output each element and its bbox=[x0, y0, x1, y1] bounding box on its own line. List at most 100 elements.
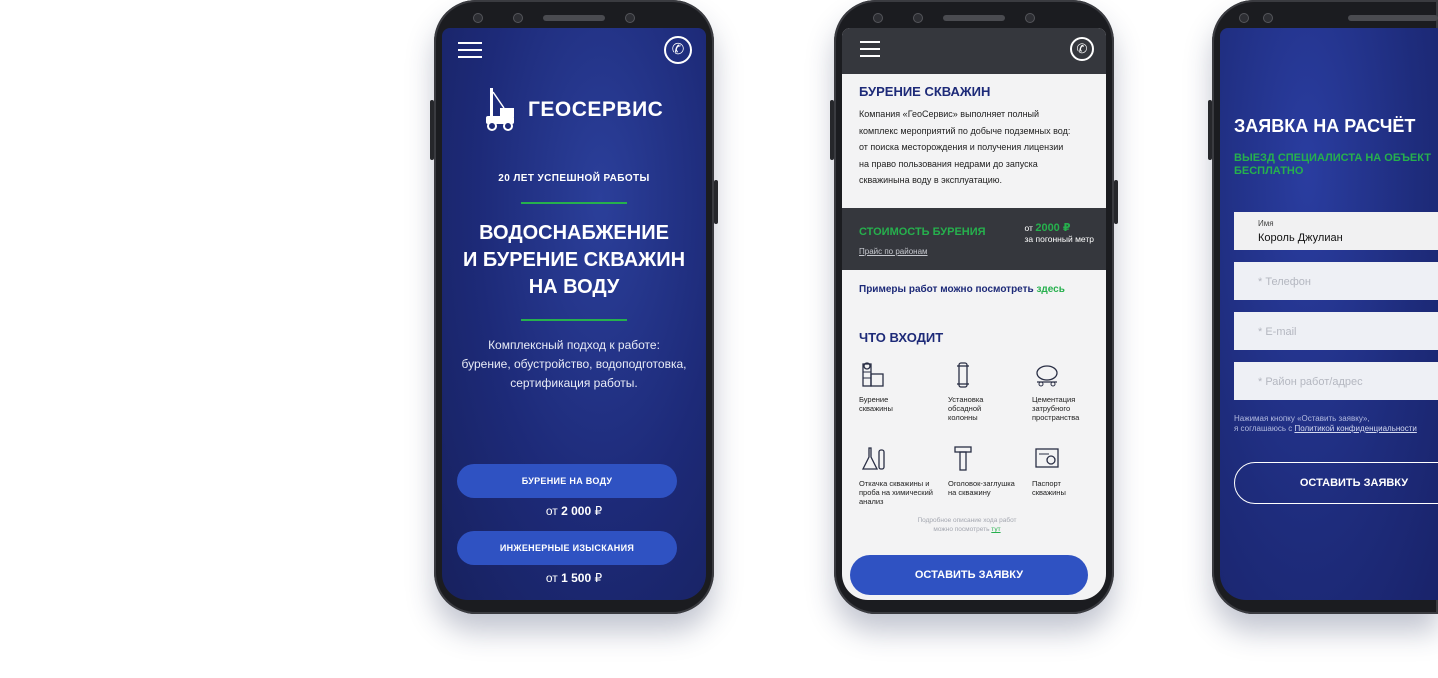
service-label: Оголовок-заглушка bbox=[948, 479, 1015, 488]
currency-symbol: ₽ bbox=[594, 504, 603, 518]
price-prefix: от bbox=[545, 504, 558, 518]
front-camera-icon bbox=[626, 14, 634, 22]
form-subtitle: ВЫЕЗД СПЕЦИАЛИСТА НА ОБЪЕКТ БЕСПЛАТНО bbox=[1234, 152, 1438, 178]
phone-call-icon[interactable]: ✆ bbox=[1070, 37, 1094, 61]
service-label: Цементация bbox=[1032, 395, 1076, 404]
phone-mockup-services: ✆ БУРЕНИЕ СКВАЖИН Компания «ГеоСервис» в… bbox=[830, 0, 1118, 614]
phone-top-bezel bbox=[834, 10, 1114, 28]
phone-side-button bbox=[714, 180, 718, 224]
request-form-screen: ЗАЯВКА НА РАСЧЁТ ВЫЕЗД СПЕЦИАЛИСТА НА ОБ… bbox=[1220, 28, 1438, 600]
price-by-region-link[interactable]: Прайс по районам bbox=[859, 247, 928, 256]
cement-mixer-icon bbox=[1036, 365, 1058, 387]
form-title: ЗАЯВКА НА РАСЧЁТ bbox=[1234, 116, 1416, 136]
service-label: колонны bbox=[948, 413, 978, 422]
company-description: Компания «ГеоСервис» выполняет полный ко… bbox=[859, 106, 1096, 189]
consent-line: Нажимая кнопку «Оставить заявку», bbox=[1234, 414, 1370, 423]
service-item: Бурение скважины bbox=[859, 360, 941, 413]
drilling-button[interactable]: БУРЕНИЕ НА ВОДУ bbox=[457, 464, 677, 498]
sensor-icon bbox=[1240, 14, 1248, 22]
headline-line: И БУРЕНИЕ СКВАЖИН bbox=[462, 249, 686, 271]
description-line: сертификация работы. bbox=[510, 376, 638, 390]
divider-line bbox=[521, 319, 627, 321]
phone-top-bezel bbox=[1212, 10, 1438, 28]
phone-mockup-hero: ✆ ГЕОСЕРВИС 20 ЛЕТ УСПЕШНОЙ РАБОТЫ ВОДОС… bbox=[430, 0, 718, 614]
phone-call-icon[interactable]: ✆ bbox=[664, 36, 692, 64]
subtitle-line: ВЫЕЗД СПЕЦИАЛИСТА НА ОБЪЕКТ bbox=[1234, 152, 1431, 164]
work-details-note: Подробное описание хода работ можно посм… bbox=[892, 516, 1042, 534]
phone-field[interactable]: * Телефон bbox=[1234, 262, 1438, 300]
service-label: Откачка скважины и bbox=[859, 479, 930, 488]
sensor-icon bbox=[1264, 14, 1272, 22]
description-line: комплекс мероприятий по добыче подземных… bbox=[859, 125, 1071, 136]
price-value: 2 000 bbox=[561, 504, 592, 518]
phone-top-bezel bbox=[434, 10, 714, 28]
survey-price: от 1 500 ₽ bbox=[442, 571, 706, 585]
service-label: Установка bbox=[948, 395, 984, 404]
sensor-icon bbox=[474, 14, 482, 22]
cost-unit: за погонный метр bbox=[1024, 234, 1094, 244]
service-item: Установка обсадной колонны bbox=[948, 360, 1030, 422]
divider-line bbox=[521, 202, 627, 204]
name-value: Король Джулиан bbox=[1258, 232, 1343, 244]
well-cap-icon bbox=[954, 446, 972, 471]
email-field[interactable]: * E-mail bbox=[1234, 312, 1438, 350]
privacy-policy-link[interactable]: Политикой конфиденциальности bbox=[1294, 424, 1416, 433]
casing-pipe-icon bbox=[957, 362, 969, 388]
cost-prefix: от bbox=[1024, 223, 1033, 233]
service-label: пространства bbox=[1032, 413, 1080, 422]
service-label: скважины bbox=[859, 404, 893, 413]
examples-link[interactable]: здесь bbox=[1036, 284, 1064, 295]
consent-prefix: я соглашаюсь с bbox=[1234, 423, 1293, 433]
menu-icon[interactable] bbox=[860, 41, 880, 57]
service-item: Оголовок-заглушка на скважину bbox=[948, 444, 1030, 497]
description-line: Комплексный подход к работе: bbox=[488, 338, 660, 352]
phone-mockup-form: ЗАЯВКА НА РАСЧЁТ ВЫЕЗД СПЕЦИАЛИСТА НА ОБ… bbox=[1208, 0, 1438, 614]
headline-line: ВОДОСНАБЖЕНИЕ bbox=[479, 222, 669, 244]
menu-icon[interactable] bbox=[458, 42, 482, 58]
service-label: обсадной bbox=[948, 404, 982, 413]
sensor-icon bbox=[874, 14, 882, 22]
examples-note: Примеры работ можно посмотреть здесь bbox=[859, 284, 1065, 295]
drilling-price: от 2 000 ₽ bbox=[442, 504, 706, 518]
hero-description: Комплексный подход к работе: бурение, об… bbox=[452, 336, 696, 393]
service-label: скважины bbox=[1032, 488, 1066, 497]
cost-title: СТОИМОСТЬ БУРЕНИЯ bbox=[859, 226, 986, 238]
description-line: Компания «ГеоСервис» выполняет полный bbox=[859, 109, 1040, 119]
currency-symbol: ₽ bbox=[594, 571, 603, 585]
examples-text: Примеры работ можно посмотреть bbox=[859, 284, 1034, 295]
description-line: на право пользования недрами до запуска bbox=[859, 158, 1038, 169]
submit-request-button[interactable]: ОСТАВИТЬ ЗАЯВКУ bbox=[1234, 462, 1438, 504]
hero-screen: ✆ ГЕОСЕРВИС 20 ЛЕТ УСПЕШНОЙ РАБОТЫ ВОДОС… bbox=[442, 28, 706, 600]
sensor-icon bbox=[514, 14, 522, 22]
tagline: 20 ЛЕТ УСПЕШНОЙ РАБОТЫ bbox=[498, 173, 650, 184]
details-link[interactable]: тут bbox=[991, 526, 1000, 533]
phone-speaker bbox=[543, 15, 605, 21]
service-item: Паспорт скважины bbox=[1032, 444, 1106, 497]
service-item: Цементация затрубного пространства bbox=[1032, 360, 1106, 422]
drilling-cost-panel: СТОИМОСТЬ БУРЕНИЯ Прайс по районам от 20… bbox=[842, 208, 1106, 270]
engineering-survey-button[interactable]: ИНЖЕНЕРНЫЕ ИЗЫСКАНИЯ bbox=[457, 531, 677, 565]
footnote-line: Подробное описание хода работ bbox=[917, 517, 1017, 524]
sensor-icon bbox=[914, 14, 922, 22]
description-line: от поиска месторождения и получения лице… bbox=[859, 142, 1064, 152]
phone-speaker bbox=[943, 15, 1005, 21]
price-prefix: от bbox=[545, 571, 558, 585]
cost-amount: 2000 ₽ bbox=[1035, 222, 1071, 234]
flask-icon bbox=[861, 447, 885, 470]
includes-title: ЧТО ВХОДИТ bbox=[859, 330, 944, 345]
submit-request-button[interactable]: ОСТАВИТЬ ЗАЯВКУ bbox=[850, 555, 1088, 595]
service-label: на скважину bbox=[948, 488, 991, 497]
subtitle-line: БЕСПЛАТНО bbox=[1234, 165, 1304, 177]
phone-placeholder: * Телефон bbox=[1258, 276, 1311, 288]
consent-line: я соглашаюсь с Политикой конфиденциально… bbox=[1234, 424, 1438, 434]
services-screen: ✆ БУРЕНИЕ СКВАЖИН Компания «ГеоСервис» в… bbox=[842, 28, 1106, 600]
front-camera-icon bbox=[1026, 14, 1034, 22]
consent-text: Нажимая кнопку «Оставить заявку», я согл… bbox=[1234, 414, 1438, 433]
address-field[interactable]: * Район работ/адрес bbox=[1234, 362, 1438, 400]
service-label: Бурение bbox=[859, 395, 889, 404]
name-field[interactable]: Имя Король Джулиан bbox=[1234, 212, 1438, 250]
certificate-icon bbox=[1035, 448, 1059, 468]
drill-rig-icon bbox=[862, 362, 884, 387]
brand-logo[interactable]: ГЕОСЕРВИС bbox=[484, 86, 664, 136]
service-label: затрубного bbox=[1032, 404, 1071, 413]
